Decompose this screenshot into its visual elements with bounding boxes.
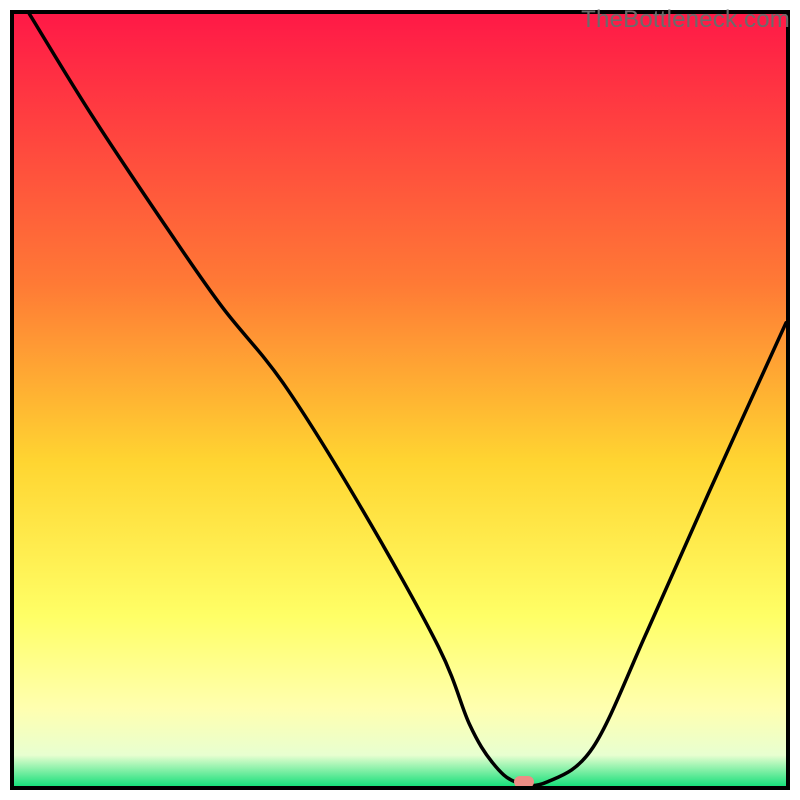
curve-layer <box>14 14 786 786</box>
bottleneck-curve <box>29 14 786 786</box>
plot-area <box>10 10 790 790</box>
chart-container: TheBottleneck.com <box>0 0 800 800</box>
optimal-marker <box>514 776 534 788</box>
watermark-text: TheBottleneck.com <box>581 6 790 34</box>
